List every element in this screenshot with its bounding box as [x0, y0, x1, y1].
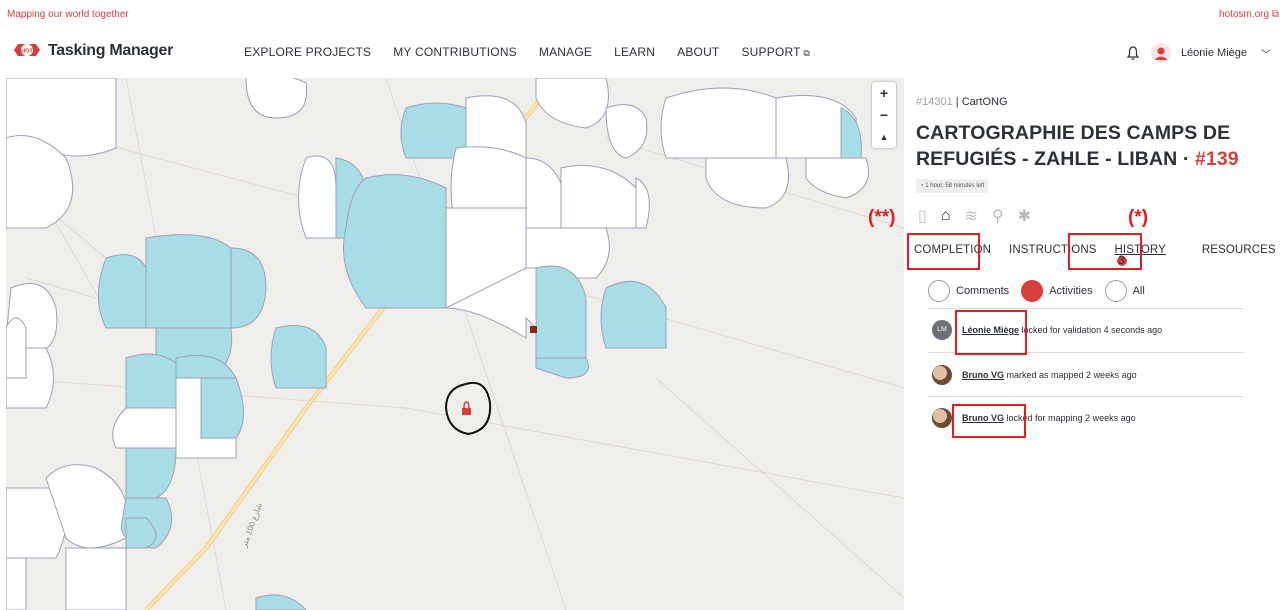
nav-about[interactable]: ABOUT [677, 45, 719, 59]
chevron-down-icon[interactable]: ﹀ [1261, 46, 1271, 61]
tab-resources[interactable]: RESOURCES [1202, 244, 1276, 268]
map-canvas[interactable]: شارع 100 متر [6, 78, 904, 610]
site-header: HOT Tasking Manager EXPLORE PROJECTS MY … [0, 30, 1287, 78]
pin-icon[interactable]: ⚲ [992, 206, 1004, 226]
asterisk-icon[interactable]: ✱ [1018, 206, 1031, 226]
highlight-history-tab [1068, 233, 1142, 270]
highlight-user-bruno [952, 404, 1026, 438]
road-label: شارع 100 متر [239, 501, 264, 549]
filter-comments-radio[interactable] [928, 280, 950, 302]
project-id[interactable]: #14301 [916, 96, 953, 108]
bell-icon[interactable] [1125, 45, 1141, 61]
avatar[interactable] [932, 365, 952, 385]
filter-activities-radio[interactable] [1021, 280, 1044, 302]
layers-icon[interactable]: ≋ [964, 206, 977, 226]
history-filters: Comments Activities All [928, 280, 1157, 302]
task-marker [530, 326, 537, 333]
main-nav: EXPLORE PROJECTS MY CONTRIBUTIONS MANAGE… [244, 45, 832, 59]
sidebar-toggle-icon[interactable]: ▯ [918, 206, 927, 226]
tagline: Mapping our world together [7, 9, 129, 20]
top-strip: Mapping our world together hotosm.org ⧉ [0, 0, 1287, 30]
nav-support[interactable]: SUPPORT [741, 45, 810, 59]
avatar[interactable]: LM [932, 320, 952, 340]
divider [928, 396, 1244, 397]
editor-tools: ▯ ⌂ ≋ ⚲ ✱ [918, 206, 1031, 226]
nav-explore-projects[interactable]: EXPLORE PROJECTS [244, 45, 371, 59]
compass-icon[interactable]: ▲ [872, 126, 896, 148]
hotosm-link[interactable]: hotosm.org ⧉ [1219, 9, 1279, 20]
time-left-badge: ◔ 1 hour, 58 minutes left [916, 179, 989, 193]
filter-comments-label: Comments [956, 285, 1010, 297]
lock-icon [462, 408, 471, 415]
filter-activities-label: Activities [1049, 285, 1093, 297]
logo-text: HOT [21, 49, 33, 55]
task-number: #139 [1194, 148, 1239, 170]
task-map[interactable]: شارع 100 متر [6, 78, 904, 610]
project-title: CARTOGRAPHIE DES CAMPS DE REFUGIÉS - ZAH… [916, 122, 1239, 170]
map-zoom-controls: + − ▲ [872, 82, 896, 148]
highlight-user-leonie [955, 310, 1027, 355]
user-name[interactable]: Léonie Miège [1181, 47, 1247, 59]
activity-item: Bruno VG marked as mapped 2 weeks ago [932, 365, 1137, 385]
nav-manage[interactable]: MANAGE [539, 45, 592, 59]
filter-all-label: All [1132, 285, 1145, 297]
zoom-in-button[interactable]: + [872, 82, 896, 104]
home-icon[interactable]: ⌂ [941, 207, 951, 225]
annotation-mark-single: (*) [1128, 207, 1149, 228]
nav-my-contributions[interactable]: MY CONTRIBUTIONS [393, 45, 517, 59]
divider [928, 308, 1244, 309]
project-id-line: #14301 | CartONG [916, 96, 1008, 108]
header-user-area: Léonie Miège ﹀ [1125, 43, 1271, 63]
user-avatar-icon[interactable] [1150, 43, 1171, 63]
brand-title[interactable]: Tasking Manager [48, 42, 173, 60]
project-org: CartONG [961, 96, 1008, 108]
zoom-out-button[interactable]: − [872, 104, 896, 126]
hot-logo-icon[interactable]: HOT [12, 40, 42, 60]
locked-task[interactable] [444, 381, 492, 436]
filter-all-radio[interactable] [1104, 280, 1127, 302]
annotation-mark-double: (**) [868, 207, 896, 228]
nav-learn[interactable]: LEARN [614, 45, 655, 59]
avatar[interactable] [932, 408, 952, 428]
activity-user-link[interactable]: Bruno VG [962, 370, 1004, 380]
highlight-completion-tab [907, 233, 980, 270]
